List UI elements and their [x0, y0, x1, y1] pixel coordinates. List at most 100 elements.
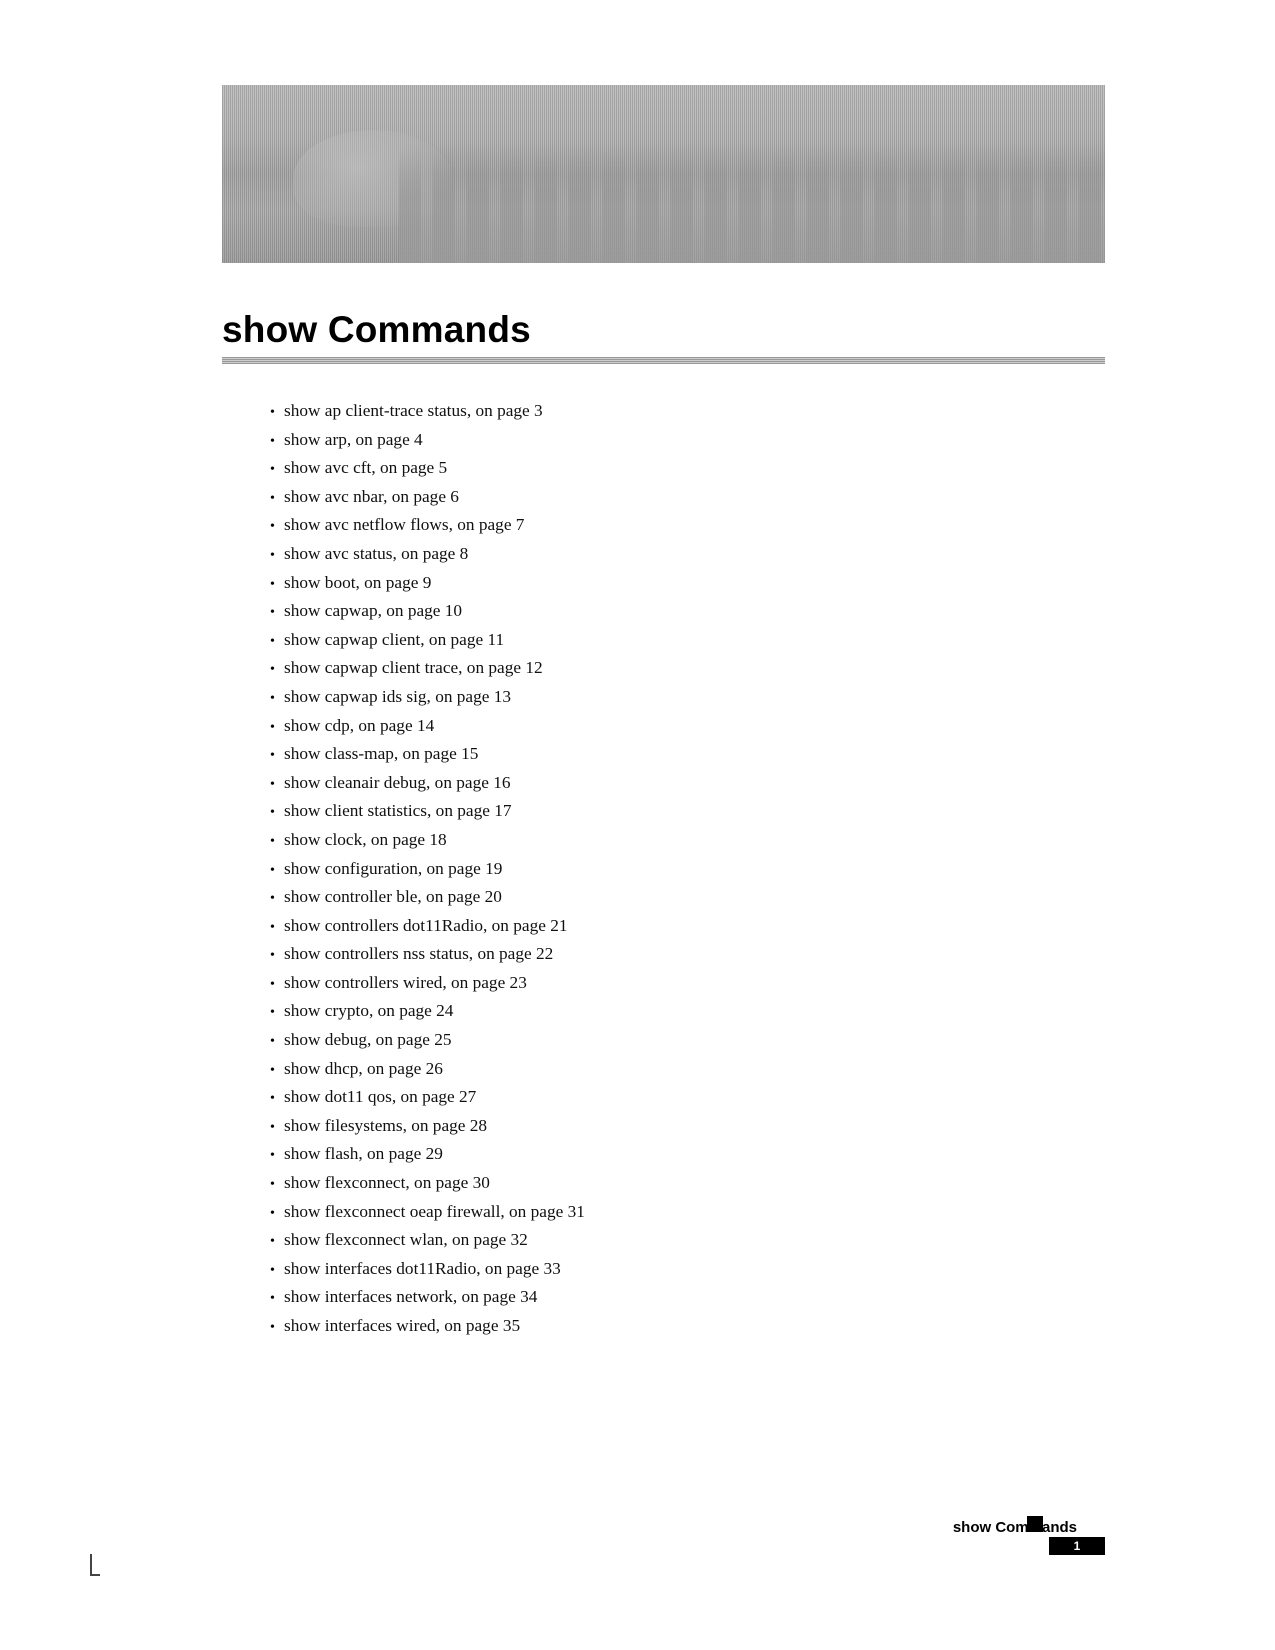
toc-entry-text: show controllers dot11Radio, on page 21: [284, 913, 568, 940]
toc-entry-text: show avc netflow flows, on page 7: [284, 512, 524, 539]
crop-tick-icon: [90, 1554, 100, 1576]
bullet-icon: •: [270, 1000, 284, 1027]
toc-entry-text: show boot, on page 9: [284, 570, 431, 597]
bullet-icon: •: [270, 486, 284, 513]
toc-entry[interactable]: •show flexconnect oeap firewall, on page…: [270, 1199, 1105, 1228]
toc-entry-text: show client statistics, on page 17: [284, 798, 512, 825]
toc-entry[interactable]: •show cleanair debug, on page 16: [270, 770, 1105, 799]
toc-entry[interactable]: •show dhcp, on page 26: [270, 1056, 1105, 1085]
bullet-icon: •: [270, 772, 284, 799]
toc-entry[interactable]: •show dot11 qos, on page 27: [270, 1084, 1105, 1113]
page: show Commands •show ap client-trace stat…: [0, 0, 1275, 1650]
bullet-icon: •: [270, 915, 284, 942]
toc-entry-text: show capwap, on page 10: [284, 598, 462, 625]
bullet-icon: •: [270, 858, 284, 885]
bullet-icon: •: [270, 543, 284, 570]
toc-entry[interactable]: •show avc netflow flows, on page 7: [270, 512, 1105, 541]
bullet-icon: •: [270, 572, 284, 599]
toc-entry[interactable]: •show flexconnect wlan, on page 32: [270, 1227, 1105, 1256]
toc-entry[interactable]: •show avc status, on page 8: [270, 541, 1105, 570]
title-rule: [222, 357, 1105, 364]
toc-entry-text: show controllers wired, on page 23: [284, 970, 527, 997]
bullet-icon: •: [270, 829, 284, 856]
bullet-icon: •: [270, 514, 284, 541]
toc-entry[interactable]: •show controller ble, on page 20: [270, 884, 1105, 913]
toc-entry[interactable]: •show class-map, on page 15: [270, 741, 1105, 770]
bullet-icon: •: [270, 1086, 284, 1113]
toc-entry-text: show avc status, on page 8: [284, 541, 468, 568]
bullet-icon: •: [270, 1058, 284, 1085]
bullet-icon: •: [270, 429, 284, 456]
toc-entry[interactable]: •show capwap client trace, on page 12: [270, 655, 1105, 684]
toc-entry[interactable]: •show capwap client, on page 11: [270, 627, 1105, 656]
toc-entry[interactable]: •show clock, on page 18: [270, 827, 1105, 856]
page-footer: show Commands 1: [90, 1519, 1105, 1558]
chapter-title: show Commands: [222, 309, 1105, 351]
bullet-icon: •: [270, 972, 284, 999]
toc-entry[interactable]: •show interfaces dot11Radio, on page 33: [270, 1256, 1105, 1285]
banner-image: [222, 85, 1105, 263]
bullet-icon: •: [270, 1029, 284, 1056]
table-of-contents: •show ap client-trace status, on page 3•…: [222, 398, 1105, 1342]
bullet-icon: •: [270, 1286, 284, 1313]
bullet-icon: •: [270, 1201, 284, 1228]
toc-entry[interactable]: •show filesystems, on page 28: [270, 1113, 1105, 1142]
bullet-icon: •: [270, 1258, 284, 1285]
toc-entry-text: show flexconnect wlan, on page 32: [284, 1227, 528, 1254]
bullet-icon: •: [270, 715, 284, 742]
bullet-icon: •: [270, 457, 284, 484]
toc-entry[interactable]: •show flash, on page 29: [270, 1141, 1105, 1170]
toc-entry-text: show clock, on page 18: [284, 827, 447, 854]
footer-bar: 1: [90, 1540, 1105, 1558]
bullet-icon: •: [270, 629, 284, 656]
toc-entry-text: show filesystems, on page 28: [284, 1113, 487, 1140]
toc-entry[interactable]: •show configuration, on page 19: [270, 856, 1105, 885]
toc-entry-text: show arp, on page 4: [284, 427, 423, 454]
toc-entry[interactable]: •show avc nbar, on page 6: [270, 484, 1105, 513]
toc-entry-text: show interfaces wired, on page 35: [284, 1313, 520, 1340]
bullet-icon: •: [270, 743, 284, 770]
toc-entry-text: show cleanair debug, on page 16: [284, 770, 511, 797]
footer-square-icon: [1027, 1516, 1043, 1532]
toc-entry[interactable]: •show interfaces network, on page 34: [270, 1284, 1105, 1313]
bullet-icon: •: [270, 800, 284, 827]
toc-entry[interactable]: •show client statistics, on page 17: [270, 798, 1105, 827]
toc-entry[interactable]: •show ap client-trace status, on page 3: [270, 398, 1105, 427]
toc-entry-text: show crypto, on page 24: [284, 998, 453, 1025]
toc-entry[interactable]: •show debug, on page 25: [270, 1027, 1105, 1056]
bullet-icon: •: [270, 1143, 284, 1170]
toc-entry[interactable]: •show avc cft, on page 5: [270, 455, 1105, 484]
bullet-icon: •: [270, 1315, 284, 1342]
toc-entry[interactable]: •show arp, on page 4: [270, 427, 1105, 456]
toc-entry[interactable]: •show capwap, on page 10: [270, 598, 1105, 627]
toc-entry-text: show interfaces network, on page 34: [284, 1284, 537, 1311]
toc-entry-text: show interfaces dot11Radio, on page 33: [284, 1256, 561, 1283]
toc-entry[interactable]: •show cdp, on page 14: [270, 713, 1105, 742]
toc-entry-text: show flash, on page 29: [284, 1141, 443, 1168]
bullet-icon: •: [270, 1172, 284, 1199]
bullet-icon: •: [270, 400, 284, 427]
toc-entry-text: show configuration, on page 19: [284, 856, 502, 883]
toc-entry-text: show avc cft, on page 5: [284, 455, 447, 482]
footer-label: show Commands: [90, 1519, 1105, 1536]
bullet-icon: •: [270, 657, 284, 684]
toc-entry[interactable]: •show controllers dot11Radio, on page 21: [270, 913, 1105, 942]
toc-entry-text: show controllers nss status, on page 22: [284, 941, 553, 968]
toc-entry[interactable]: •show crypto, on page 24: [270, 998, 1105, 1027]
toc-entry-text: show capwap ids sig, on page 13: [284, 684, 511, 711]
toc-entry-text: show flexconnect oeap firewall, on page …: [284, 1199, 585, 1226]
toc-entry[interactable]: •show controllers wired, on page 23: [270, 970, 1105, 999]
bullet-icon: •: [270, 886, 284, 913]
toc-entry-text: show debug, on page 25: [284, 1027, 452, 1054]
toc-entry-text: show capwap client, on page 11: [284, 627, 504, 654]
page-number: 1: [1049, 1537, 1105, 1555]
toc-entry-text: show dhcp, on page 26: [284, 1056, 443, 1083]
toc-entry[interactable]: •show controllers nss status, on page 22: [270, 941, 1105, 970]
toc-entry[interactable]: •show flexconnect, on page 30: [270, 1170, 1105, 1199]
toc-entry-text: show ap client-trace status, on page 3: [284, 398, 543, 425]
bullet-icon: •: [270, 943, 284, 970]
bullet-icon: •: [270, 1229, 284, 1256]
toc-entry[interactable]: •show interfaces wired, on page 35: [270, 1313, 1105, 1342]
toc-entry[interactable]: •show boot, on page 9: [270, 570, 1105, 599]
toc-entry[interactable]: •show capwap ids sig, on page 13: [270, 684, 1105, 713]
